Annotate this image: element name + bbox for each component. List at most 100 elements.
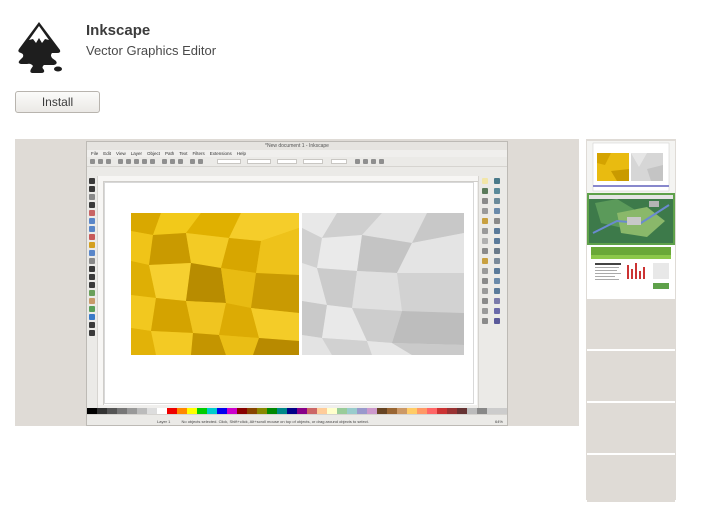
toolbar-field [247, 159, 271, 164]
toolbar-icon [106, 159, 111, 164]
toolbar-icon [198, 159, 203, 164]
toolbar-icon [482, 208, 488, 214]
menu-item: Edit [103, 151, 112, 156]
thumbnail-placeholder [587, 349, 675, 401]
thumbnail-placeholder [587, 401, 675, 453]
screenshot-viewer: *New document 1 - Inkscape File Edit Vie… [15, 139, 579, 426]
toolbar-icon [482, 298, 488, 304]
toolbar-icon [379, 159, 384, 164]
toolbar-icon [150, 159, 155, 164]
toolbar-icon [494, 218, 500, 224]
box-tool-icon [89, 226, 95, 232]
toolbar-icon [134, 159, 139, 164]
toolbar-icon [482, 248, 488, 254]
toolbar-icon [118, 159, 123, 164]
toolbar-icon [90, 159, 95, 164]
calligraphy-tool-icon [89, 274, 95, 280]
toolbar-icon [482, 198, 488, 204]
node-tool-icon [89, 186, 95, 192]
inkscape-logo-icon [18, 22, 62, 73]
app-header: Inkscape Vector Graphics Editor Install [0, 0, 720, 120]
thumbnail-strip [586, 139, 676, 502]
zoom-level: 64% [494, 419, 503, 424]
thumbnail-2-map[interactable] [587, 193, 675, 245]
toolbar-icon [494, 238, 500, 244]
toolbar-field [277, 159, 297, 164]
gradient-tool-icon [89, 314, 95, 320]
toolbar-icon [494, 228, 500, 234]
toolbar-icon [482, 258, 488, 264]
spiral-tool-icon [89, 250, 95, 256]
toolbar-icon [142, 159, 147, 164]
menu-item: File [91, 151, 99, 156]
toolbar-icon [371, 159, 376, 164]
connector-tool-icon [89, 330, 95, 336]
toolbar-icon [98, 159, 103, 164]
app-summary: Vector Graphics Editor [86, 43, 217, 58]
status-bar: Layer 1 No objects selected. Click, Shif… [87, 414, 507, 425]
menu-bar: File Edit View Layer Object Path Text Fi… [87, 150, 507, 157]
toolbox [87, 176, 98, 408]
grey-polygon-artwork [302, 213, 464, 355]
toolbar-icon [482, 188, 488, 194]
window-title: *New document 1 - Inkscape [87, 142, 507, 150]
toolbar-icon [494, 318, 500, 324]
menu-item: Path [165, 151, 175, 156]
menu-item: Extensions [209, 151, 232, 156]
toolbar-icon [482, 288, 488, 294]
toolbar-icon [482, 218, 488, 224]
measure-tool-icon [89, 210, 95, 216]
status-message: No objects selected. Click, Shift+click,… [181, 419, 369, 424]
toolbar-field [217, 159, 241, 164]
yellow-polygon-artwork [131, 213, 299, 355]
menu-item: Layer [130, 151, 142, 156]
install-button[interactable]: Install [15, 91, 100, 113]
toolbar-icon [494, 258, 500, 264]
toolbar-icon [482, 238, 488, 244]
star-tool-icon [89, 242, 95, 248]
toolbar-field [303, 159, 323, 164]
eraser-tool-icon [89, 298, 95, 304]
menu-item: Text [179, 151, 188, 156]
toolbar-icon [190, 159, 195, 164]
toolbar-icon [494, 188, 500, 194]
app-name: Inkscape [86, 22, 151, 39]
toolbar-icon [482, 228, 488, 234]
toolbar-icon [162, 159, 167, 164]
toolbar-icon [363, 159, 368, 164]
pencil-tool-icon [89, 258, 95, 264]
toolbar-icon [482, 278, 488, 284]
menu-item: Object [146, 151, 160, 156]
toolbar-icon [482, 318, 488, 324]
pen-tool-icon [89, 266, 95, 272]
toolbar-icon [355, 159, 360, 164]
new-document-icon [482, 178, 488, 184]
toolbar-icon [494, 298, 500, 304]
document-page [104, 182, 474, 404]
toolbar-icon [178, 159, 183, 164]
menu-item: View [116, 151, 126, 156]
toolbar-icon [494, 288, 500, 294]
menu-item: Filters [192, 151, 205, 156]
selector-tool-icon [89, 178, 95, 184]
canvas [104, 182, 477, 405]
text-tool-icon [89, 282, 95, 288]
toolbar-icon [170, 159, 175, 164]
toolbar-icon [482, 308, 488, 314]
thumbnail-3-website[interactable] [587, 245, 675, 297]
toolbar-icon [494, 268, 500, 274]
thumbnail-placeholder [587, 453, 675, 502]
toolbar-field [331, 159, 347, 164]
thumbnail-placeholder [587, 297, 675, 349]
toolbar-icon [494, 208, 500, 214]
bucket-tool-icon [89, 306, 95, 312]
ellipse-tool-icon [89, 234, 95, 240]
toolbar-icon [494, 308, 500, 314]
layer-label: Layer 1 [157, 419, 171, 424]
zoom-tool-icon [89, 202, 95, 208]
commands-toolbar [87, 157, 507, 167]
thumbnail-1-polygons[interactable] [587, 141, 675, 193]
rect-tool-icon [89, 218, 95, 224]
tweak-tool-icon [89, 194, 95, 200]
toolbar-icon [494, 198, 500, 204]
